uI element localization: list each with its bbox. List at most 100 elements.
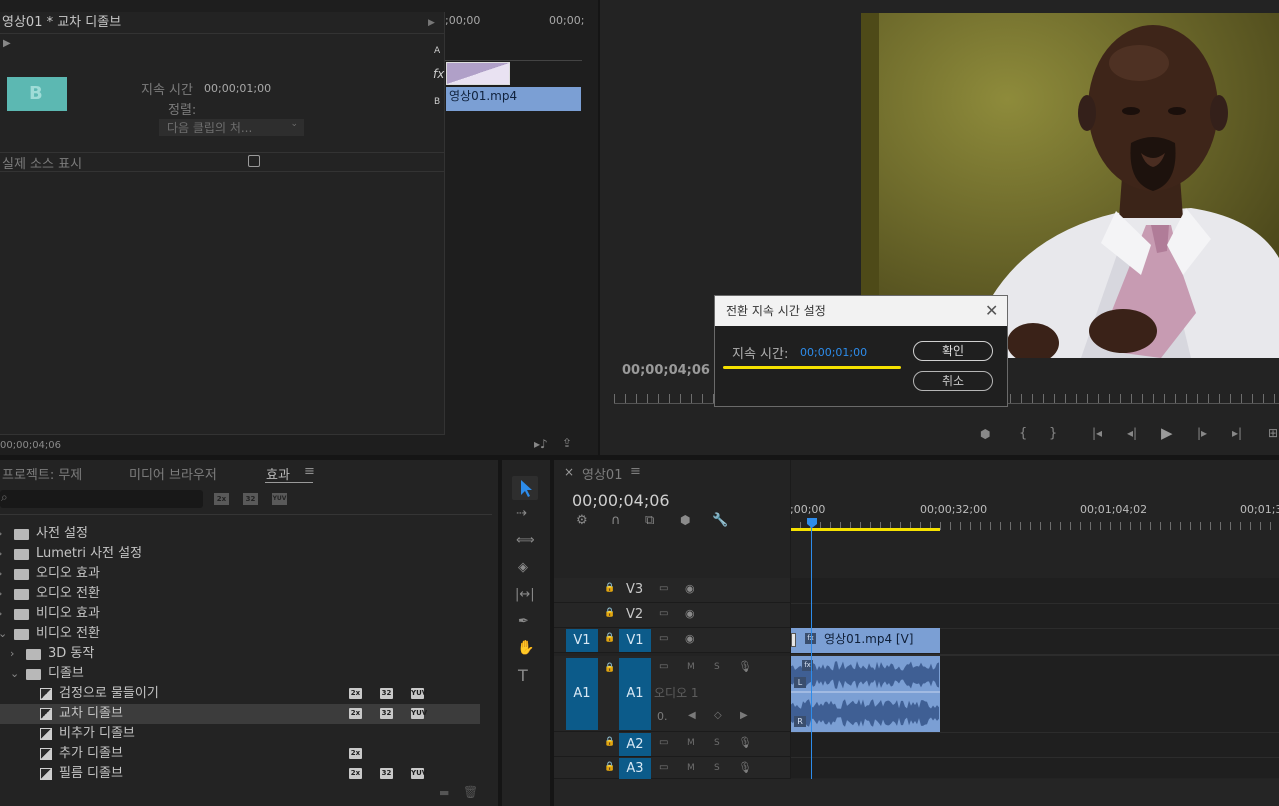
mark-in-icon[interactable]: {	[1019, 426, 1027, 441]
effect-folder[interactable]: ⌄ 디졸브	[0, 664, 480, 684]
prev-keyframe-icon[interactable]: ◀	[688, 710, 696, 721]
program-timecode[interactable]: 00;00;04;06	[622, 363, 710, 378]
fx-icon[interactable]: fx	[433, 67, 444, 81]
insert-icon[interactable]: ⊞	[1268, 426, 1278, 440]
ok-button[interactable]: 확인	[913, 341, 993, 361]
effect-folder[interactable]: › 사전 설정	[0, 524, 480, 544]
selection-tool[interactable]	[512, 476, 538, 500]
lock-icon[interactable]: 🔒	[604, 608, 615, 618]
chevron-right-icon[interactable]: ›	[10, 644, 14, 664]
mic-icon[interactable]: 🎙	[738, 660, 752, 673]
timeline-scroll-area[interactable]	[554, 779, 1279, 806]
chevron-right-icon[interactable]: ›	[0, 564, 2, 584]
lock-icon[interactable]: 🔒	[604, 583, 615, 593]
sync-lock-icon[interactable]: ▭	[659, 737, 668, 748]
sequence-menu-icon[interactable]: ≡	[630, 464, 641, 479]
step-back-icon[interactable]: ◂|	[1127, 426, 1137, 440]
slip-icon[interactable]: |↔|	[515, 587, 535, 602]
effect-folder[interactable]: › 3D 동작	[0, 644, 480, 664]
sequence-tab[interactable]: 영상01	[582, 464, 622, 483]
lock-icon[interactable]: 🔒	[604, 762, 615, 772]
effect-folder[interactable]: › 오디오 효과	[0, 564, 480, 584]
track-target-a1[interactable]: A1	[619, 658, 651, 730]
mute-button[interactable]: M	[687, 763, 695, 773]
source-patch-a1[interactable]: A1	[566, 658, 598, 730]
close-icon[interactable]: ✕	[985, 296, 998, 326]
effect-item[interactable]: 필름 디졸브 2x 32 YUV	[0, 764, 480, 782]
track-target-v1[interactable]: V1	[619, 629, 651, 652]
keyframe-icon[interactable]: ◇	[714, 710, 722, 721]
step-forward-icon[interactable]: |▸	[1197, 426, 1207, 440]
work-area-bar[interactable]	[790, 528, 940, 531]
mark-out-icon[interactable]: }	[1049, 426, 1057, 441]
sync-lock-icon[interactable]: ▭	[659, 762, 668, 773]
effect-controls-timecode[interactable]: 00;00;04;06	[0, 440, 61, 451]
timeline-marker-icon[interactable]: ⬢	[680, 513, 690, 527]
video-clip[interactable]: fx 영상01.mp4 [V]	[791, 628, 940, 653]
alignment-dropdown[interactable]: 다음 클립의 처... ⌄	[159, 119, 304, 136]
track-select-icon[interactable]: ⇢	[516, 506, 527, 521]
track-target-a2[interactable]: A2	[619, 733, 651, 756]
audio-level-value[interactable]: 0.	[657, 710, 668, 723]
solo-button[interactable]: S	[714, 763, 720, 773]
mute-button[interactable]: M	[687, 738, 695, 748]
effect-item[interactable]: 추가 디졸브 2x	[0, 744, 480, 764]
ec-clip-block[interactable]: 영상01.mp4	[446, 87, 581, 111]
effect-item[interactable]: 검정으로 물들이기 2x 32 YUV	[0, 684, 480, 704]
nest-icon[interactable]: ⚙	[576, 513, 588, 528]
effect-item[interactable]: 비추가 디졸브	[0, 724, 480, 744]
chevron-down-icon[interactable]: ⌄	[0, 624, 7, 644]
show-source-checkbox[interactable]	[248, 155, 260, 167]
mute-button[interactable]: M	[687, 662, 695, 672]
chevron-right-icon[interactable]: ›	[0, 584, 2, 604]
mic-icon[interactable]: 🎙	[738, 761, 752, 774]
add-marker-icon[interactable]: ⬢	[980, 427, 990, 441]
lock-icon[interactable]: 🔒	[604, 633, 615, 643]
linked-selection-icon[interactable]: ⧉	[645, 513, 654, 528]
audio-filter-icon[interactable]: ▸♪	[534, 437, 548, 451]
timeline-timecode[interactable]: 00;00;04;06	[572, 491, 670, 510]
effect-folder[interactable]: ⌄ 비디오 전환	[0, 624, 480, 644]
effect-folder[interactable]: › 비디오 효과	[0, 604, 480, 624]
play-transition-icon[interactable]: ▶	[3, 38, 11, 49]
mic-icon[interactable]: 🎙	[738, 736, 752, 749]
next-keyframe-icon[interactable]: ▶	[740, 710, 748, 721]
duration-value[interactable]: 00;00;01;00	[204, 82, 271, 95]
solo-button[interactable]: S	[714, 738, 720, 748]
ripple-edit-icon[interactable]: ⟺	[516, 533, 535, 548]
chevron-right-icon[interactable]: ›	[0, 524, 2, 544]
trash-icon[interactable]: 🗑	[463, 785, 478, 799]
type-icon[interactable]: T	[518, 666, 528, 685]
razor-icon[interactable]: ◈	[518, 560, 528, 575]
sync-lock-icon[interactable]: ▭	[659, 583, 668, 594]
wrench-icon[interactable]: 🔧	[712, 513, 728, 528]
eye-icon[interactable]: ◉	[685, 582, 695, 595]
chevron-right-icon[interactable]: ›	[0, 544, 2, 564]
sequence-close-icon[interactable]: ×	[564, 465, 574, 479]
lock-icon[interactable]: 🔒	[604, 737, 615, 747]
pen-icon[interactable]: ✒	[518, 614, 529, 629]
play-icon[interactable]: ▶	[1161, 424, 1173, 442]
eye-icon[interactable]: ◉	[685, 632, 695, 645]
sync-lock-icon[interactable]: ▭	[659, 633, 668, 644]
effect-item[interactable]: 교차 디졸브 2x 32 YUV	[0, 704, 480, 724]
effect-folder[interactable]: › 오디오 전환	[0, 584, 480, 604]
eye-icon[interactable]: ◉	[685, 607, 695, 620]
solo-button[interactable]: S	[714, 662, 720, 672]
go-to-in-icon[interactable]: |◂	[1092, 426, 1102, 440]
export-frame-icon[interactable]: ⇪	[562, 436, 572, 450]
chevron-down-icon[interactable]: ⌄	[10, 664, 19, 684]
audio-clip[interactable]: fx L R	[791, 656, 940, 732]
hand-icon[interactable]: ✋	[517, 640, 534, 656]
ec-transition-block[interactable]	[446, 62, 510, 85]
playhead-line[interactable]	[811, 526, 812, 779]
cancel-button[interactable]: 취소	[913, 371, 993, 391]
new-bin-icon[interactable]: ▬	[439, 786, 449, 799]
go-to-out-icon[interactable]: ▸|	[1232, 426, 1242, 440]
transition-marker[interactable]	[791, 633, 796, 647]
effect-folder[interactable]: › Lumetri 사전 설정	[0, 544, 480, 564]
track-target-a3[interactable]: A3	[619, 758, 651, 779]
chevron-right-icon[interactable]: ›	[0, 604, 2, 624]
source-patch-v1[interactable]: V1	[566, 629, 598, 652]
lock-icon[interactable]: 🔒	[604, 663, 615, 673]
